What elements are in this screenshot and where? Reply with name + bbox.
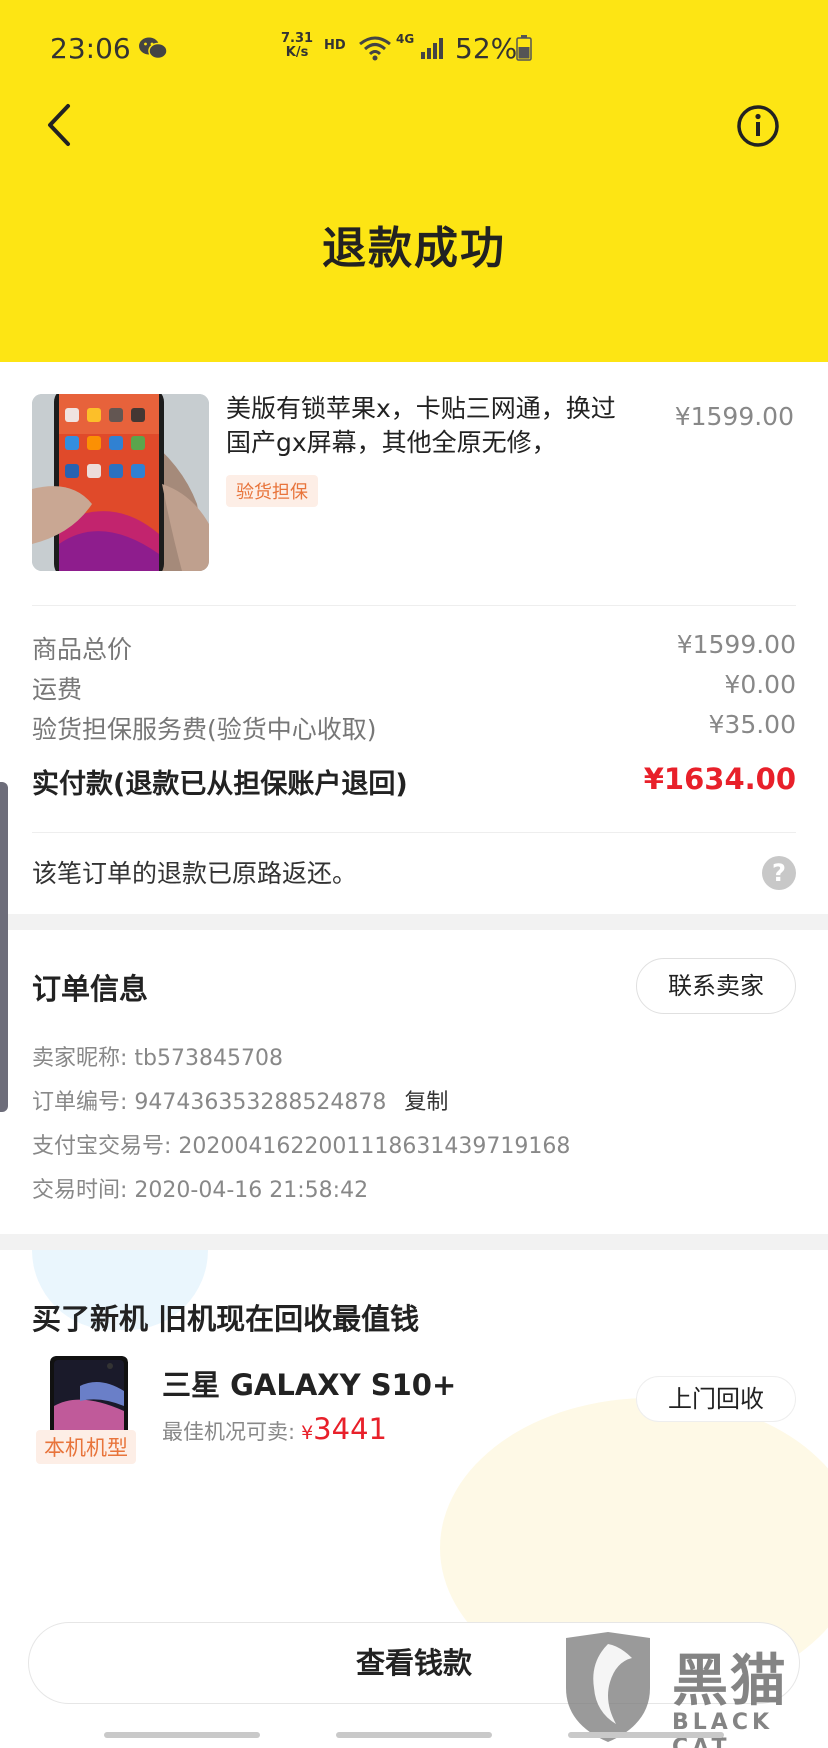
order-info-title: 订单信息: [32, 972, 149, 1006]
edge-panel-handle[interactable]: [0, 782, 8, 1112]
nav-handle[interactable]: [104, 1732, 260, 1738]
status-time: 23:06: [50, 32, 131, 65]
best-price-value: 3441: [313, 1412, 387, 1446]
order-number-label: 订单编号:: [32, 1090, 135, 1115]
alipay-transaction-number: 支付宝交易号: 2020041622001118631439719168: [32, 1128, 570, 1160]
alipay-transaction-label: 支付宝交易号:: [32, 1134, 179, 1159]
help-icon[interactable]: ?: [762, 856, 796, 890]
battery-icon: [516, 35, 532, 61]
total-value: ¥1634.00: [643, 762, 796, 796]
system-nav-bar: [0, 1728, 828, 1748]
nav-handle[interactable]: [568, 1732, 724, 1738]
network-type: 4G: [396, 32, 415, 46]
inspection-guarantee-tag: 验货担保: [226, 475, 318, 507]
product-photo: [32, 394, 209, 571]
transaction-time: 交易时间: 2020-04-16 21:58:42: [32, 1172, 368, 1204]
price-row-value: ¥0.00: [724, 670, 796, 699]
total-label: 实付款(退款已从担保账户退回): [32, 769, 408, 800]
contact-seller-button[interactable]: 联系卖家: [636, 958, 796, 1014]
price-row-value: ¥35.00: [708, 710, 796, 739]
product-title[interactable]: 美版有锁苹果x，卡贴三网通，换过国产gx屏幕，其他全原无修，: [226, 392, 636, 460]
price-row-label: 验货担保服务费(验货中心收取): [32, 715, 377, 744]
watermark-text: 黑猫: [672, 1649, 788, 1714]
price-row-value: ¥1599.00: [676, 630, 796, 659]
net-speed-unit: K/s: [285, 45, 309, 60]
best-price-line: 最佳机况可卖: ¥3441: [162, 1412, 387, 1446]
current-model-tag: 本机机型: [36, 1430, 136, 1464]
section-separator: [0, 914, 828, 930]
seller-nickname: 卖家昵称: tb573845708: [32, 1040, 283, 1072]
hd-indicator: HD: [324, 38, 346, 53]
net-speed: 7.31 K/s: [281, 32, 313, 60]
currency-symbol: ¥: [301, 1422, 314, 1444]
transaction-time-label: 交易时间:: [32, 1178, 135, 1203]
price-row-label: 运费: [32, 675, 83, 704]
battery-percent: 52%: [455, 32, 518, 65]
page-title: 退款成功: [322, 223, 506, 274]
order-number: 订单编号: 947436353288524878 复制: [32, 1084, 448, 1116]
best-price-label: 最佳机况可卖:: [162, 1420, 296, 1444]
recycle-promo-title: 买了新机 旧机现在回收最值钱: [32, 1302, 420, 1336]
seller-nickname-label: 卖家昵称:: [32, 1046, 135, 1071]
phone-model-image: [50, 1356, 128, 1436]
product-thumbnail[interactable]: [32, 394, 209, 571]
wechat-icon: [139, 37, 168, 60]
status-bar: 23:06 7.31 K/s HD 4G 52%: [0, 28, 828, 72]
wifi-icon: [359, 36, 391, 61]
total-paid-row: 实付款(退款已从担保账户退回) ¥1634.00: [32, 762, 796, 800]
product-price: ¥1599.00: [674, 402, 794, 431]
section-separator: [0, 1234, 828, 1250]
divider: [32, 605, 796, 606]
price-row-shipping: 运费 ¥0.00: [32, 670, 796, 706]
refund-note: 该笔订单的退款已原路返还。: [32, 859, 358, 888]
net-speed-value: 7.31: [281, 31, 314, 46]
transaction-time-value: 2020-04-16 21:58:42: [134, 1178, 369, 1203]
phone-model-name: 三星 GALAXY S10+: [162, 1368, 457, 1402]
price-row-goods: 商品总价 ¥1599.00: [32, 630, 796, 666]
signal-icon: [421, 38, 443, 59]
back-arrow-icon[interactable]: [40, 100, 80, 150]
copy-button[interactable]: 复制: [404, 1090, 448, 1115]
home-pickup-recycle-button[interactable]: 上门回收: [636, 1376, 796, 1422]
price-row-label: 商品总价: [32, 635, 133, 664]
seller-nickname-value: tb573845708: [134, 1046, 283, 1071]
nav-handle[interactable]: [336, 1732, 492, 1738]
alipay-transaction-value: 2020041622001118631439719168: [178, 1134, 571, 1159]
order-number-value: 947436353288524878: [134, 1090, 387, 1115]
divider: [32, 832, 796, 833]
info-icon[interactable]: [736, 104, 780, 148]
price-row-service-fee: 验货担保服务费(验货中心收取) ¥35.00: [32, 710, 796, 746]
